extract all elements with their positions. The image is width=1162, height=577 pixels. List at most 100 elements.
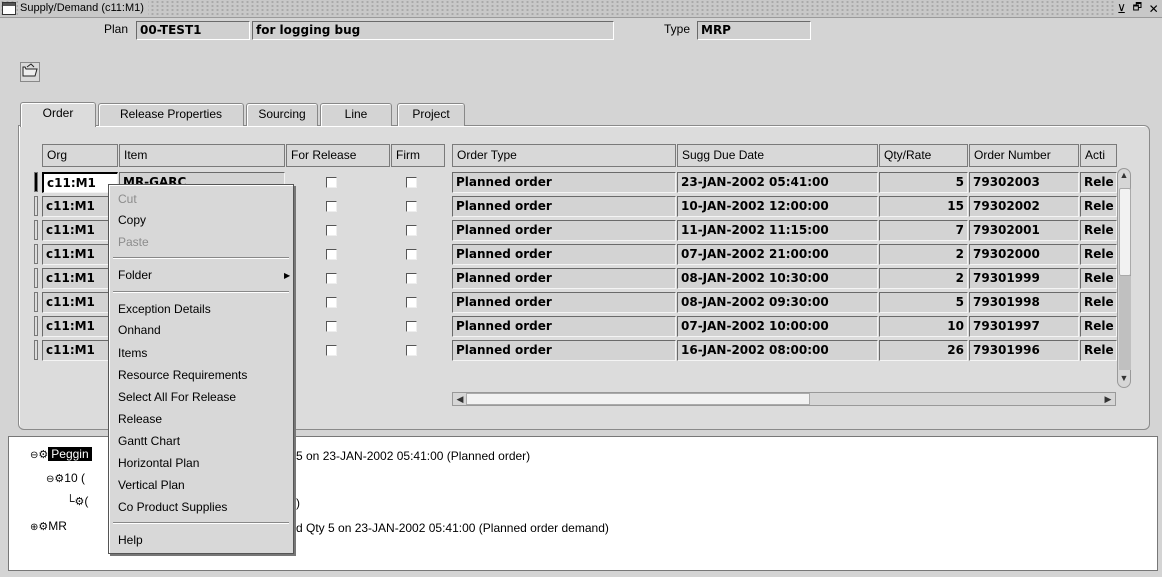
cell-qty-rate[interactable]: 15 <box>879 196 968 217</box>
cell-org[interactable]: c11:M1 <box>42 316 118 337</box>
row-indicator[interactable] <box>34 268 38 288</box>
column-header-for-release[interactable]: For Release <box>286 144 390 167</box>
column-header-org[interactable]: Org <box>42 144 118 167</box>
cell-action[interactable]: Rele <box>1080 268 1117 289</box>
checkbox-firm[interactable] <box>406 345 417 356</box>
cell-action[interactable]: Rele <box>1080 196 1117 217</box>
tab-order[interactable]: Order <box>20 102 96 127</box>
scroll-right-icon[interactable]: ▶ <box>1102 393 1114 405</box>
menu-item-horizontal-plan[interactable]: Horizontal Plan <box>118 454 199 472</box>
row-indicator[interactable] <box>34 172 38 192</box>
cell-order-type[interactable]: Planned order <box>452 244 676 265</box>
checkbox-for-release[interactable] <box>326 225 337 236</box>
row-indicator[interactable] <box>34 340 38 360</box>
cell-sugg-due-date[interactable]: 07-JAN-2002 21:00:00 <box>677 244 878 265</box>
column-header-item[interactable]: Item <box>119 144 285 167</box>
checkbox-for-release[interactable] <box>326 273 337 284</box>
cell-sugg-due-date[interactable]: 11-JAN-2002 11:15:00 <box>677 220 878 241</box>
cell-order-type[interactable]: Planned order <box>452 268 676 289</box>
cell-org[interactable]: c11:M1 <box>42 292 118 313</box>
menu-item-folder[interactable]: Folder <box>118 266 152 284</box>
tab-line[interactable]: Line <box>320 103 392 126</box>
cell-qty-rate[interactable]: 2 <box>879 268 968 289</box>
cell-org[interactable]: c11:M1 <box>42 340 118 361</box>
cell-sugg-due-date[interactable]: 16-JAN-2002 08:00:00 <box>677 340 878 361</box>
checkbox-for-release[interactable] <box>326 201 337 212</box>
checkbox-firm[interactable] <box>406 273 417 284</box>
checkbox-firm[interactable] <box>406 201 417 212</box>
cell-qty-rate[interactable]: 2 <box>879 244 968 265</box>
minimize-icon[interactable]: ⊻ <box>1117 2 1126 16</box>
menu-item-exception-details[interactable]: Exception Details <box>118 300 211 318</box>
menu-item-paste[interactable]: Paste <box>118 233 149 251</box>
row-indicator[interactable] <box>34 316 38 336</box>
cell-qty-rate[interactable]: 5 <box>879 292 968 313</box>
title-bar[interactable] <box>0 0 1162 18</box>
tree-node-demand[interactable]: ⊕⚙MR <box>30 519 67 533</box>
cell-order-type[interactable]: Planned order <box>452 172 676 193</box>
cell-sugg-due-date[interactable]: 07-JAN-2002 10:00:00 <box>677 316 878 337</box>
tab-project[interactable]: Project <box>397 103 465 126</box>
plan-field[interactable]: 00-TEST1 <box>136 21 250 40</box>
row-indicator[interactable] <box>34 196 38 216</box>
column-header-sugg-due-date[interactable]: Sugg Due Date <box>677 144 878 167</box>
menu-item-co-product-supplies[interactable]: Co Product Supplies <box>118 498 227 516</box>
vertical-scroll-track[interactable] <box>1119 276 1131 370</box>
checkbox-for-release[interactable] <box>326 177 337 188</box>
menu-item-onhand[interactable]: Onhand <box>118 321 161 339</box>
checkbox-for-release[interactable] <box>326 297 337 308</box>
cell-qty-rate[interactable]: 26 <box>879 340 968 361</box>
menu-item-select-all-for-release[interactable]: Select All For Release <box>118 388 236 406</box>
cell-order-number[interactable]: 79302001 <box>969 220 1079 241</box>
menu-item-vertical-plan[interactable]: Vertical Plan <box>118 476 185 494</box>
row-indicator[interactable] <box>34 220 38 240</box>
cell-order-number[interactable]: 79302002 <box>969 196 1079 217</box>
cell-order-number[interactable]: 79302000 <box>969 244 1079 265</box>
scroll-left-icon[interactable]: ◀ <box>454 393 466 405</box>
column-header-firm[interactable]: Firm <box>391 144 445 167</box>
cell-action[interactable]: Rele <box>1080 292 1117 313</box>
restore-icon[interactable]: 🗗 <box>1133 0 1142 17</box>
checkbox-firm[interactable] <box>406 321 417 332</box>
cell-sugg-due-date[interactable]: 23-JAN-2002 05:41:00 <box>677 172 878 193</box>
cell-qty-rate[interactable]: 7 <box>879 220 968 241</box>
column-header-order-number[interactable]: Order Number <box>969 144 1079 167</box>
cell-order-type[interactable]: Planned order <box>452 196 676 217</box>
row-indicator[interactable] <box>34 244 38 264</box>
cell-action[interactable]: Rele <box>1080 316 1117 337</box>
checkbox-firm[interactable] <box>406 297 417 308</box>
checkbox-for-release[interactable] <box>326 345 337 356</box>
scroll-up-icon[interactable]: ▲ <box>1118 169 1130 183</box>
cell-sugg-due-date[interactable]: 10-JAN-2002 12:00:00 <box>677 196 878 217</box>
cell-org[interactable]: c11:M1 <box>42 220 118 241</box>
column-header-qty-rate[interactable]: Qty/Rate <box>879 144 968 167</box>
column-header-order-type[interactable]: Order Type <box>452 144 676 167</box>
cell-order-number[interactable]: 79301997 <box>969 316 1079 337</box>
cell-order-number[interactable]: 79302003 <box>969 172 1079 193</box>
column-header-action[interactable]: Acti <box>1080 144 1117 167</box>
cell-order-number[interactable]: 79301999 <box>969 268 1079 289</box>
vertical-scroll-thumb[interactable] <box>1119 188 1131 276</box>
cell-sugg-due-date[interactable]: 08-JAN-2002 10:30:00 <box>677 268 878 289</box>
menu-item-release[interactable]: Release <box>118 410 162 428</box>
cell-org[interactable]: c11:M1 <box>42 196 118 217</box>
menu-item-gantt-chart[interactable]: Gantt Chart <box>118 432 180 450</box>
scroll-down-icon[interactable]: ▼ <box>1118 372 1130 386</box>
checkbox-firm[interactable] <box>406 225 417 236</box>
checkbox-for-release[interactable] <box>326 321 337 332</box>
close-icon[interactable]: ✕ <box>1149 2 1159 16</box>
open-folder-button[interactable] <box>20 62 40 82</box>
menu-item-resource-requirements[interactable]: Resource Requirements <box>118 366 247 384</box>
cell-org[interactable]: c11:M1 <box>42 172 118 193</box>
cell-order-number[interactable]: 79301996 <box>969 340 1079 361</box>
menu-item-copy[interactable]: Copy <box>118 211 146 229</box>
horizontal-scroll-thumb[interactable] <box>466 393 810 405</box>
cell-action[interactable]: Rele <box>1080 220 1117 241</box>
plan-description-field[interactable]: for logging bug <box>252 21 614 40</box>
checkbox-firm[interactable] <box>406 249 417 260</box>
tab-sourcing[interactable]: Sourcing <box>246 103 318 126</box>
cell-order-type[interactable]: Planned order <box>452 292 676 313</box>
cell-qty-rate[interactable]: 10 <box>879 316 968 337</box>
cell-qty-rate[interactable]: 5 <box>879 172 968 193</box>
checkbox-firm[interactable] <box>406 177 417 188</box>
